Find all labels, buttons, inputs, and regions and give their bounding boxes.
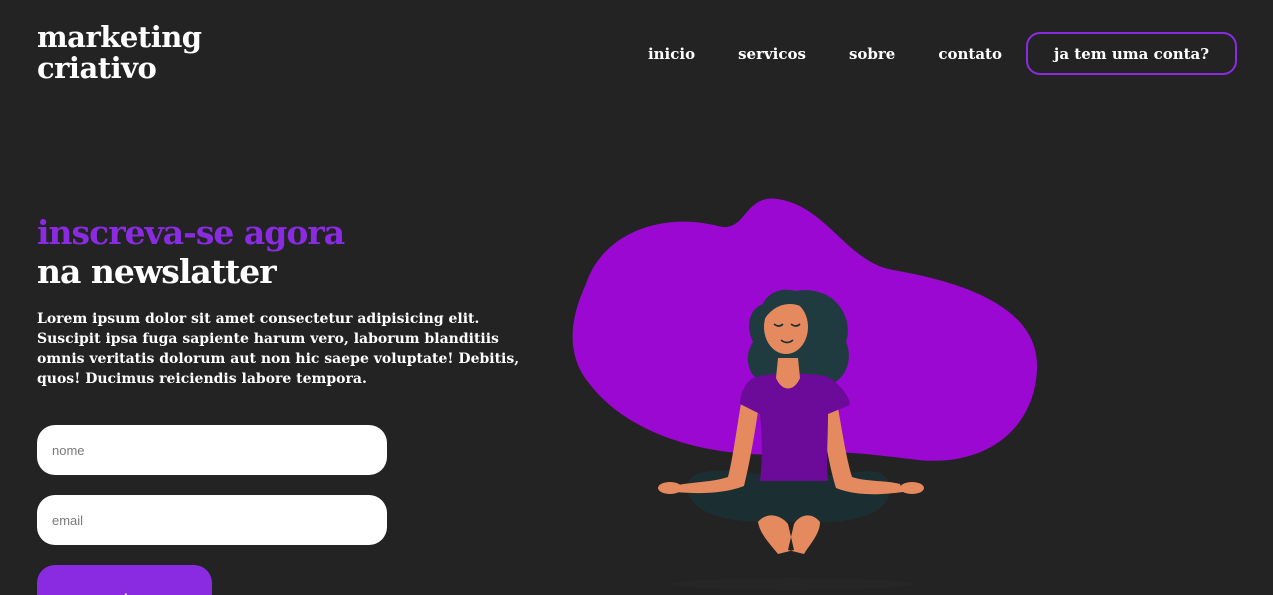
email-input[interactable] [37, 495, 387, 545]
nav-link-contato[interactable]: contato [938, 45, 1002, 63]
account-login-button[interactable]: ja tem uma conta? [1026, 32, 1237, 75]
hero-headline: inscreva-se agora na newslatter [37, 213, 345, 291]
submit-button[interactable]: enviar> [37, 565, 212, 595]
meditating-woman-illustration [572, 198, 1038, 590]
hero-description: Lorem ipsum dolor sit amet consectetur a… [37, 311, 520, 387]
headline-accent: inscreva-se agora [37, 213, 345, 252]
logo-line-1: marketing [37, 20, 202, 54]
left-hand [658, 482, 682, 494]
logo-line-2: criativo [37, 51, 157, 85]
nav-link-inicio[interactable]: inicio [648, 45, 695, 63]
logo[interactable]: marketing criativo [37, 22, 202, 84]
neck [776, 358, 800, 389]
floor-shadow [673, 578, 913, 590]
name-input[interactable] [37, 425, 387, 475]
headline-main: na newslatter [37, 252, 277, 291]
nav-link-sobre[interactable]: sobre [849, 45, 895, 63]
nav-link-servicos[interactable]: servicos [738, 45, 806, 63]
right-hand [900, 482, 924, 494]
main-nav: inicio servicos sobre contato ja tem uma… [648, 32, 1237, 75]
